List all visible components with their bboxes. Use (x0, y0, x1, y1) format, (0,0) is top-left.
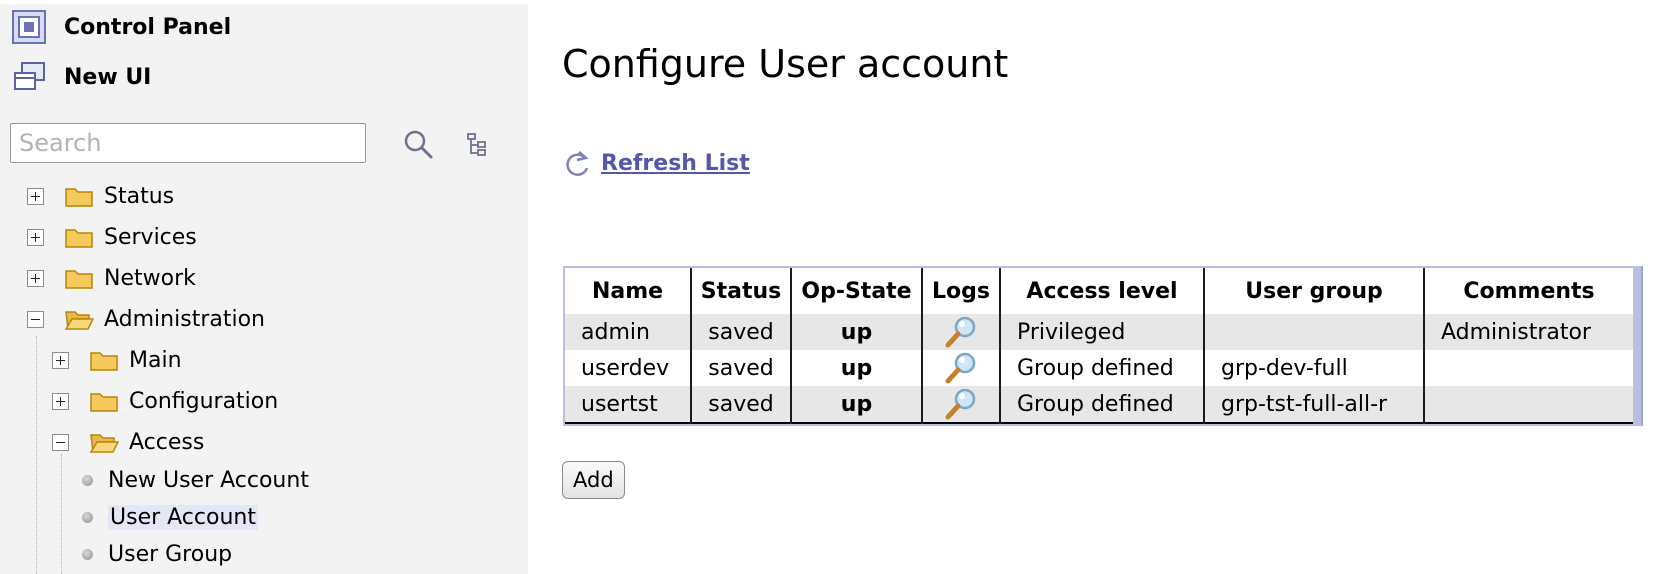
cell-logs (922, 314, 1001, 350)
table-row[interactable]: userdev saved up Group defined grp-dev-f… (565, 350, 1633, 386)
expand-icon[interactable] (27, 187, 44, 205)
sidebar: Control Panel New UI Status Services (0, 4, 528, 574)
expand-icon[interactable] (27, 269, 44, 287)
cell-user-group: grp-dev-full (1204, 350, 1425, 386)
expand-icon[interactable] (52, 351, 69, 369)
magnifier-icon[interactable] (943, 315, 979, 349)
tree-item-main[interactable]: Main (52, 342, 182, 378)
tree-item-label: Configuration (129, 388, 279, 414)
tree-item-label: User Group (108, 541, 233, 567)
add-button[interactable]: Add (562, 461, 625, 499)
tree-item-label: Main (129, 347, 182, 373)
folder-icon (90, 393, 118, 412)
expand-icon[interactable] (52, 392, 69, 410)
tree-guide (36, 336, 37, 574)
table-header-row: Name Status Op-State Logs Access level U… (565, 268, 1633, 314)
search-icon[interactable] (402, 128, 434, 160)
tree-item-label: Administration (104, 306, 265, 332)
cell-op-state: up (791, 350, 923, 386)
cell-comments: Administrator (1424, 314, 1633, 350)
cell-comments (1424, 350, 1633, 386)
new-ui-label: New UI (64, 64, 152, 90)
search-input[interactable] (10, 123, 366, 163)
tree-item-new-user-account[interactable]: New User Account (82, 464, 309, 496)
bullet-icon (82, 474, 93, 486)
tree-item-status[interactable]: Status (27, 178, 174, 214)
cell-logs (922, 386, 1001, 423)
column-header-op-state: Op-State (791, 268, 923, 314)
tree-item-access[interactable]: Access (52, 424, 204, 460)
magnifier-icon[interactable] (943, 387, 979, 421)
user-accounts-table: Name Status Op-State Logs Access level U… (565, 268, 1633, 424)
cell-name[interactable]: userdev (565, 350, 692, 386)
collapse-icon[interactable] (27, 310, 44, 328)
tree-item-network[interactable]: Network (27, 260, 196, 296)
cell-status: saved (691, 350, 792, 386)
cell-access-level: Group defined (1000, 386, 1205, 423)
cell-comments (1424, 386, 1633, 423)
tree-item-configuration[interactable]: Configuration (52, 383, 278, 419)
column-header-logs: Logs (922, 268, 1001, 314)
cell-name[interactable]: usertst (565, 386, 692, 423)
tree-view-icon[interactable] (466, 132, 488, 158)
tree-item-user-group[interactable]: User Group (82, 538, 232, 570)
control-panel-link[interactable]: Control Panel (12, 10, 231, 44)
folder-icon (65, 188, 93, 207)
tree-item-label: Status (104, 183, 175, 209)
cell-name[interactable]: admin (565, 314, 692, 350)
collapse-icon[interactable] (52, 433, 69, 451)
column-header-comments: Comments (1424, 268, 1633, 314)
user-table-frame: Name Status Op-State Logs Access level U… (563, 266, 1643, 426)
cell-status: saved (691, 314, 792, 350)
cell-access-level: Privileged (1000, 314, 1205, 350)
column-header-status: Status (691, 268, 792, 314)
folder-icon (65, 229, 93, 248)
tree-item-label: New User Account (108, 467, 309, 493)
table-row[interactable]: admin saved up Privileged Administrator (565, 314, 1633, 350)
tree-item-administration[interactable]: Administration (27, 301, 265, 337)
tree-item-label: Access (129, 429, 205, 455)
column-header-access-level: Access level (1000, 268, 1205, 314)
tree-item-label: User Account (108, 504, 258, 530)
cell-status: saved (691, 386, 792, 423)
folder-icon (65, 270, 93, 289)
refresh-list-link[interactable]: Refresh List (563, 148, 750, 178)
cell-op-state: up (791, 386, 923, 423)
new-ui-link[interactable]: New UI (12, 60, 151, 94)
tree-guide (61, 454, 62, 574)
folder-open-icon (64, 311, 94, 330)
tree-item-label: Services (104, 224, 197, 250)
bullet-icon (82, 548, 93, 560)
new-ui-icon (14, 62, 45, 90)
folder-icon (90, 352, 118, 371)
column-header-user-group: User group (1204, 268, 1425, 314)
control-panel-icon (12, 10, 46, 44)
tree-item-user-account[interactable]: User Account (82, 501, 258, 533)
table-row[interactable]: usertst saved up Group defined grp-tst-f… (565, 386, 1633, 423)
folder-open-icon (89, 434, 119, 453)
refresh-list-label: Refresh List (601, 150, 750, 176)
cell-logs (922, 350, 1001, 386)
magnifier-icon[interactable] (943, 351, 979, 385)
column-header-name: Name (565, 268, 692, 314)
expand-icon[interactable] (27, 228, 44, 246)
cell-op-state: up (791, 314, 923, 350)
cell-user-group (1204, 314, 1425, 350)
cell-access-level: Group defined (1000, 350, 1205, 386)
refresh-icon (566, 151, 589, 176)
cell-user-group: grp-tst-full-all-r (1204, 386, 1425, 423)
tree-item-services[interactable]: Services (27, 219, 197, 255)
bullet-icon (82, 511, 93, 523)
page-title: Configure User account (562, 42, 1009, 86)
control-panel-label: Control Panel (64, 14, 232, 40)
tree-item-label: Network (104, 265, 196, 291)
